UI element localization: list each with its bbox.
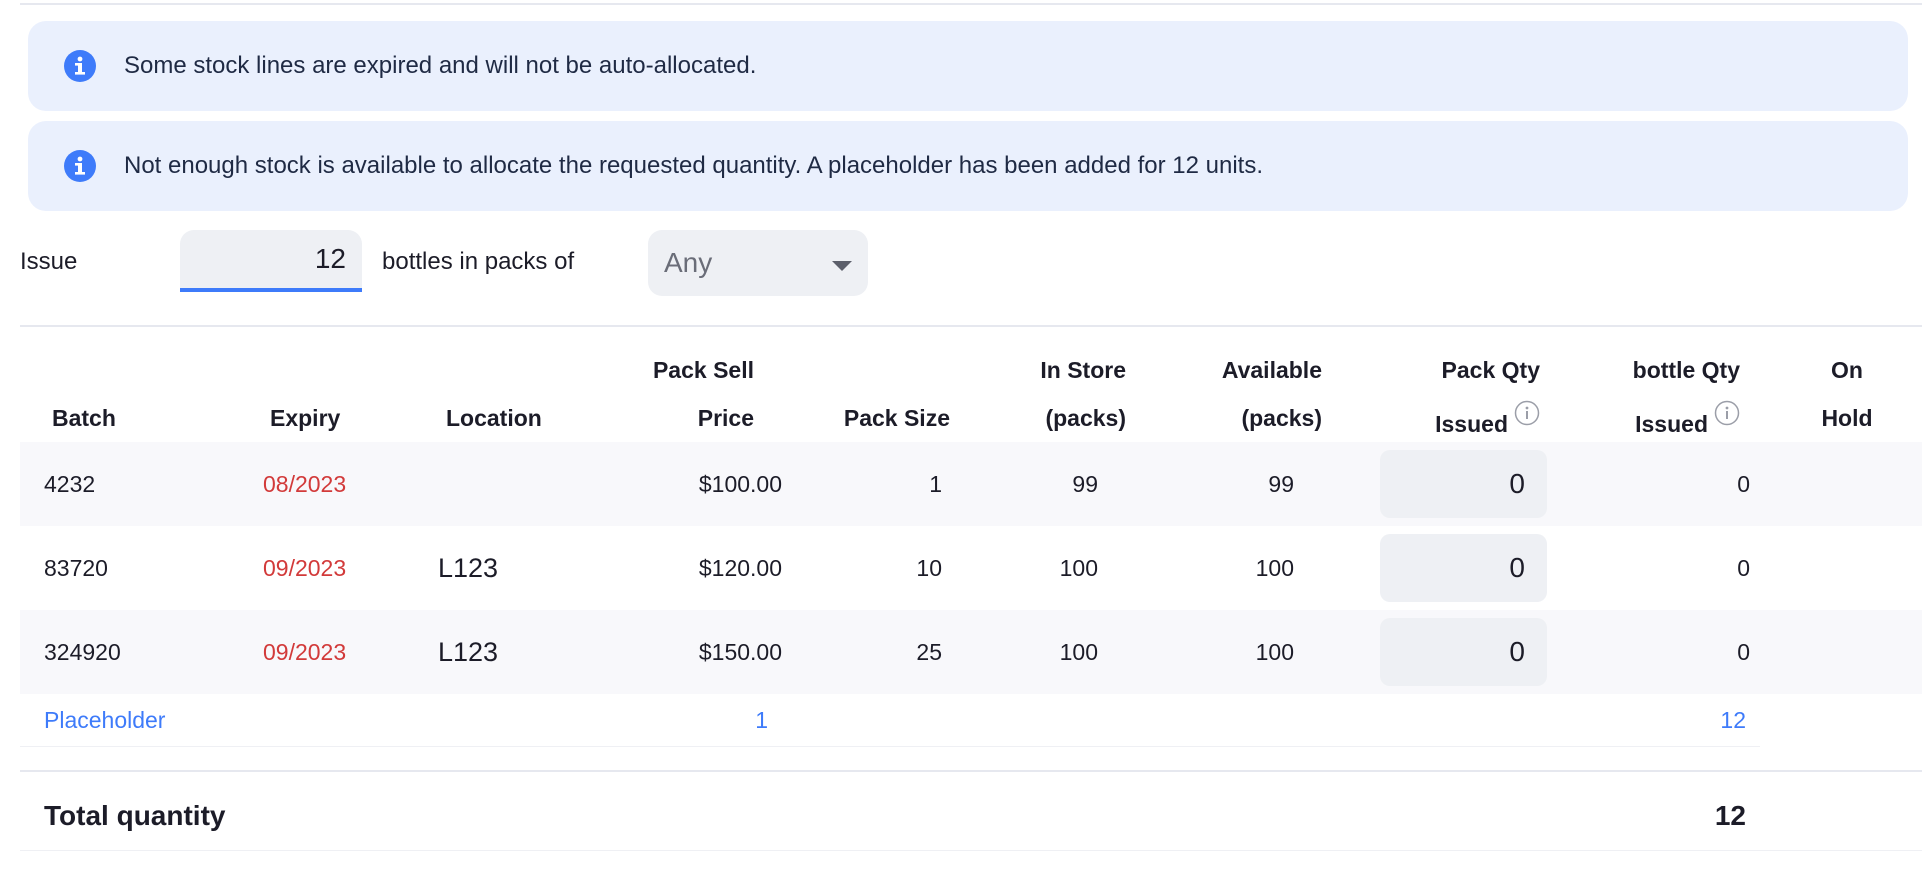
cell-location: L123	[438, 637, 499, 667]
divider	[20, 3, 1922, 5]
cell-expiry: 09/2023	[263, 555, 347, 581]
issue-quantity-input[interactable]	[180, 230, 362, 292]
header-pack-size[interactable]: Pack Size	[820, 394, 950, 442]
cell-in-store: 99	[1072, 471, 1098, 497]
cell-in-store: 100	[1059, 555, 1098, 581]
cell-pack-size: 1	[929, 471, 942, 497]
cell-batch: 4232	[44, 471, 96, 497]
table-row[interactable]: 83720 09/2023 L123 $120.00 10 100 100 0	[20, 526, 1922, 610]
cell-available: 100	[1255, 639, 1294, 665]
cell-pack-size: 10	[916, 555, 942, 581]
info-outline-icon[interactable]	[1514, 394, 1540, 442]
cell-batch: 324920	[44, 639, 121, 665]
header-available[interactable]: Available (packs)	[1160, 346, 1322, 442]
cell-expiry: 09/2023	[263, 639, 347, 665]
pack-size-select[interactable]: Any	[648, 230, 868, 296]
alert-message: Some stock lines are expired and will no…	[124, 52, 757, 79]
info-icon	[63, 149, 97, 183]
table-row[interactable]: 4232 08/2023 $100.00 1 99 99 0	[20, 442, 1922, 526]
header-bottle-qty-issued[interactable]: bottle Qty Issued	[1560, 346, 1740, 448]
table-row[interactable]: 324920 09/2023 L123 $150.00 25 100 100 0	[20, 610, 1922, 694]
cell-pack-sell-price: $120.00	[698, 555, 782, 581]
cell-available: 100	[1255, 555, 1294, 581]
cell-pack-sell-price: $150.00	[698, 639, 782, 665]
info-outline-icon[interactable]	[1714, 394, 1740, 442]
header-in-store[interactable]: In Store (packs)	[990, 346, 1126, 442]
alert-insufficient-stock: Not enough stock is available to allocat…	[28, 121, 1908, 211]
placeholder-row[interactable]: Placeholder 1 12	[20, 694, 1760, 747]
unit-label: bottles in packs of	[382, 248, 575, 275]
total-quantity-value: 12	[1714, 800, 1746, 831]
placeholder-label: Placeholder	[44, 707, 166, 733]
cell-bottle-qty: 0	[1737, 639, 1750, 665]
placeholder-bottle-qty: 12	[1720, 707, 1746, 733]
issue-row: Issue bottles in packs of Any	[0, 226, 1922, 298]
cell-bottle-qty: 0	[1737, 471, 1750, 497]
divider	[20, 325, 1922, 327]
cell-pack-size: 25	[916, 639, 942, 665]
header-pack-sell-price[interactable]: Pack Sell Price	[560, 346, 754, 442]
cell-available: 99	[1268, 471, 1294, 497]
divider	[20, 850, 1922, 851]
alert-message: Not enough stock is available to allocat…	[124, 152, 1264, 179]
total-quantity-label: Total quantity	[44, 800, 226, 831]
cell-location: L123	[438, 553, 499, 583]
cell-expiry: 08/2023	[263, 471, 347, 497]
pack-qty-input[interactable]	[1380, 618, 1547, 686]
header-batch[interactable]: Batch	[52, 394, 116, 442]
cell-bottle-qty: 0	[1737, 555, 1750, 581]
header-location[interactable]: Location	[446, 394, 542, 442]
pack-size-select-value: Any	[664, 247, 713, 278]
issue-label: Issue	[20, 248, 78, 275]
allocation-panel: Some stock lines are expired and will no…	[0, 0, 1922, 870]
info-icon	[63, 49, 97, 83]
cell-in-store: 100	[1059, 639, 1098, 665]
header-expiry[interactable]: Expiry	[270, 394, 340, 442]
alert-expired-stock: Some stock lines are expired and will no…	[28, 21, 1908, 111]
cell-batch: 83720	[44, 555, 108, 581]
cell-pack-sell-price: $100.00	[698, 471, 782, 497]
header-on-hold[interactable]: On Hold	[1820, 346, 1874, 442]
caret-down-icon	[832, 261, 852, 271]
pack-qty-input[interactable]	[1380, 450, 1547, 518]
header-pack-qty-issued[interactable]: Pack Qty Issued	[1360, 346, 1540, 448]
divider	[20, 770, 1922, 772]
pack-qty-input[interactable]	[1380, 534, 1547, 602]
placeholder-pack-size: 1	[755, 707, 768, 733]
